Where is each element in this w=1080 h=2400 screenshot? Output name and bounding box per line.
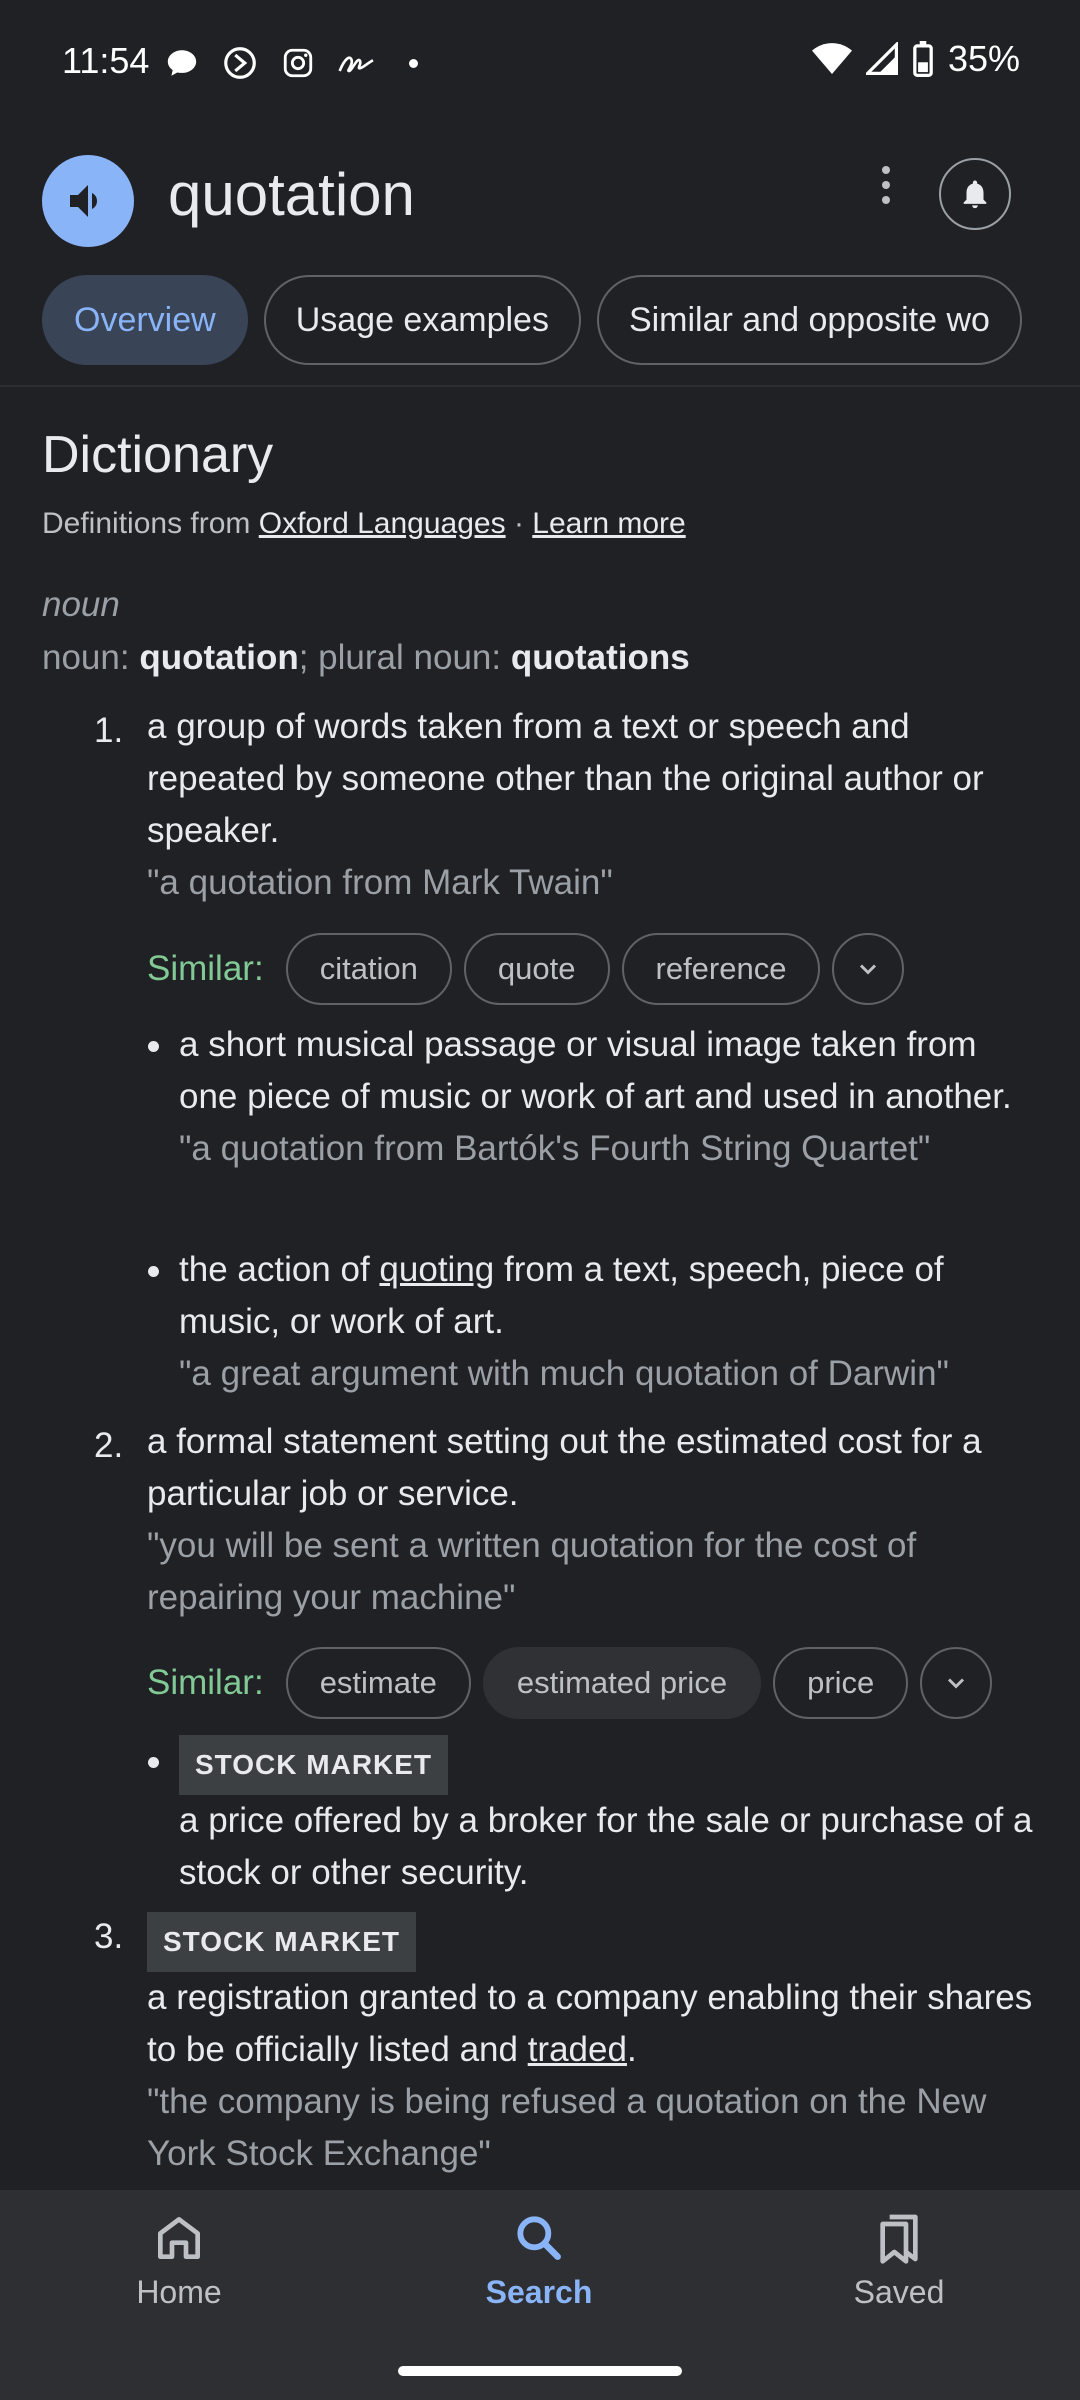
- headword: quotation: [168, 161, 415, 228]
- similar-chip[interactable]: reference: [621, 933, 821, 1005]
- example-text: "the company is being refused a quotatio…: [147, 2082, 987, 2173]
- nav-label: Search: [485, 2274, 593, 2310]
- definition-text: a short musical passage or visual image …: [179, 1025, 1012, 1116]
- messenger-icon: [224, 47, 256, 79]
- nav-label: Saved: [853, 2274, 945, 2310]
- battery-icon: [913, 41, 933, 77]
- bullet: [148, 1266, 159, 1277]
- sub-sense: a short musical passage or visual image …: [179, 1019, 1039, 1175]
- sense-3: STOCK MARKET a registration granted to a…: [147, 1912, 1047, 2180]
- chevron-down-icon: [860, 964, 877, 975]
- singular-form: quotation: [139, 638, 299, 677]
- similar-chip[interactable]: estimate: [285, 1647, 471, 1719]
- cell-signal-icon: [865, 42, 898, 75]
- chevron-down-icon: [948, 1678, 965, 1689]
- definition-text: a registration granted to a company enab…: [147, 1978, 1033, 2069]
- header: quotation Overview Usage examples Simila…: [0, 130, 1080, 387]
- nav-search[interactable]: Search: [419, 2210, 659, 2311]
- traded-link[interactable]: traded: [528, 2030, 627, 2069]
- battery-percent: 35%: [947, 38, 1020, 79]
- expand-similar-button[interactable]: [832, 933, 905, 1005]
- nav-label: Home: [136, 2274, 222, 2310]
- bullet: [148, 1757, 159, 1768]
- expand-similar-button[interactable]: [920, 1647, 993, 1719]
- pronounce-button[interactable]: [42, 155, 134, 247]
- learn-more-link[interactable]: Learn more: [532, 507, 685, 540]
- similar-chip[interactable]: quote: [463, 933, 610, 1005]
- speaker-icon: [70, 185, 97, 217]
- oxford-languages-link[interactable]: Oxford Languages: [259, 507, 506, 540]
- part-of-speech: noun: [42, 585, 120, 624]
- separator: ·: [513, 507, 524, 540]
- plural-form: quotations: [510, 638, 690, 677]
- nav-home[interactable]: Home: [59, 2210, 299, 2311]
- status-time: 11:54: [62, 40, 150, 81]
- sub-sense: the action of quoting from a text, speec…: [179, 1244, 1039, 1400]
- sub-sense: STOCK MARKET a price offered by a broker…: [179, 1735, 1039, 1899]
- source-prefix: Definitions from: [42, 507, 251, 540]
- sense-2: a formal statement setting out the estim…: [147, 1416, 1047, 1624]
- similar-chip[interactable]: citation: [285, 933, 452, 1005]
- status-bar: 11:54 35%: [0, 0, 1080, 130]
- example-text: "a quotation from Bartók's Fourth String…: [179, 1129, 931, 1168]
- more-notifications-dot-icon: [409, 58, 418, 68]
- example-text: "you will be sent a written quotation fo…: [147, 1526, 917, 1617]
- chat-bubble-icon: [167, 50, 197, 76]
- example-text: "a great argument with much quotation of…: [179, 1354, 949, 1393]
- word-forms: noun: quotation; plural noun: quotations: [42, 638, 690, 677]
- search-icon: [517, 2216, 561, 2260]
- notification-icons: [165, 44, 418, 82]
- tab-usage-examples[interactable]: Usage examples: [263, 275, 581, 365]
- sense-number: 3.: [94, 1917, 124, 1956]
- notifications-button[interactable]: [939, 158, 1011, 230]
- definition-text: a price offered by a broker for the sale…: [179, 1801, 1033, 1892]
- similar-label: Similar:: [147, 1663, 264, 1702]
- tab-overview[interactable]: Overview: [42, 275, 248, 365]
- wifi-icon: [811, 43, 852, 74]
- signature-icon: [338, 56, 374, 73]
- quoting-link[interactable]: quoting: [379, 1250, 494, 1289]
- definition-text: a formal statement setting out the estim…: [147, 1422, 982, 1513]
- source-line: Definitions from Oxford Languages · Lear…: [42, 507, 686, 541]
- home-gesture-bar[interactable]: [398, 2366, 682, 2376]
- example-text: "a quotation from Mark Twain": [147, 863, 613, 902]
- subject-tag: STOCK MARKET: [179, 1735, 449, 1795]
- home-icon: [158, 2217, 201, 2259]
- saved-icon: [880, 2214, 918, 2264]
- similar-chip[interactable]: price: [773, 1647, 909, 1719]
- bell-icon: [963, 180, 987, 209]
- sense-1: a group of words taken from a text or sp…: [147, 701, 1047, 909]
- sense-number: 1.: [94, 711, 124, 750]
- similar-words-1: Similar: citation quote reference: [147, 933, 905, 1005]
- definition-text: a group of words taken from a text or sp…: [147, 707, 984, 850]
- tab-similar-opposite[interactable]: Similar and opposite wo: [596, 275, 1022, 365]
- similar-label: Similar:: [147, 949, 264, 988]
- subject-tag: STOCK MARKET: [147, 1912, 417, 1972]
- section-title: Dictionary: [42, 426, 274, 484]
- similar-chip[interactable]: estimated price: [482, 1647, 762, 1719]
- instagram-icon: [283, 48, 313, 78]
- similar-words-2: Similar: estimate estimated price price: [147, 1647, 993, 1719]
- bullet: [148, 1041, 159, 1052]
- definition-text: the action of quoting from a text, speec…: [179, 1250, 944, 1341]
- sense-number: 2.: [94, 1426, 124, 1465]
- nav-saved[interactable]: Saved: [779, 2210, 1019, 2311]
- tab-bar: Overview Usage examples Similar and oppo…: [42, 275, 1022, 365]
- more-options-icon[interactable]: [866, 155, 906, 215]
